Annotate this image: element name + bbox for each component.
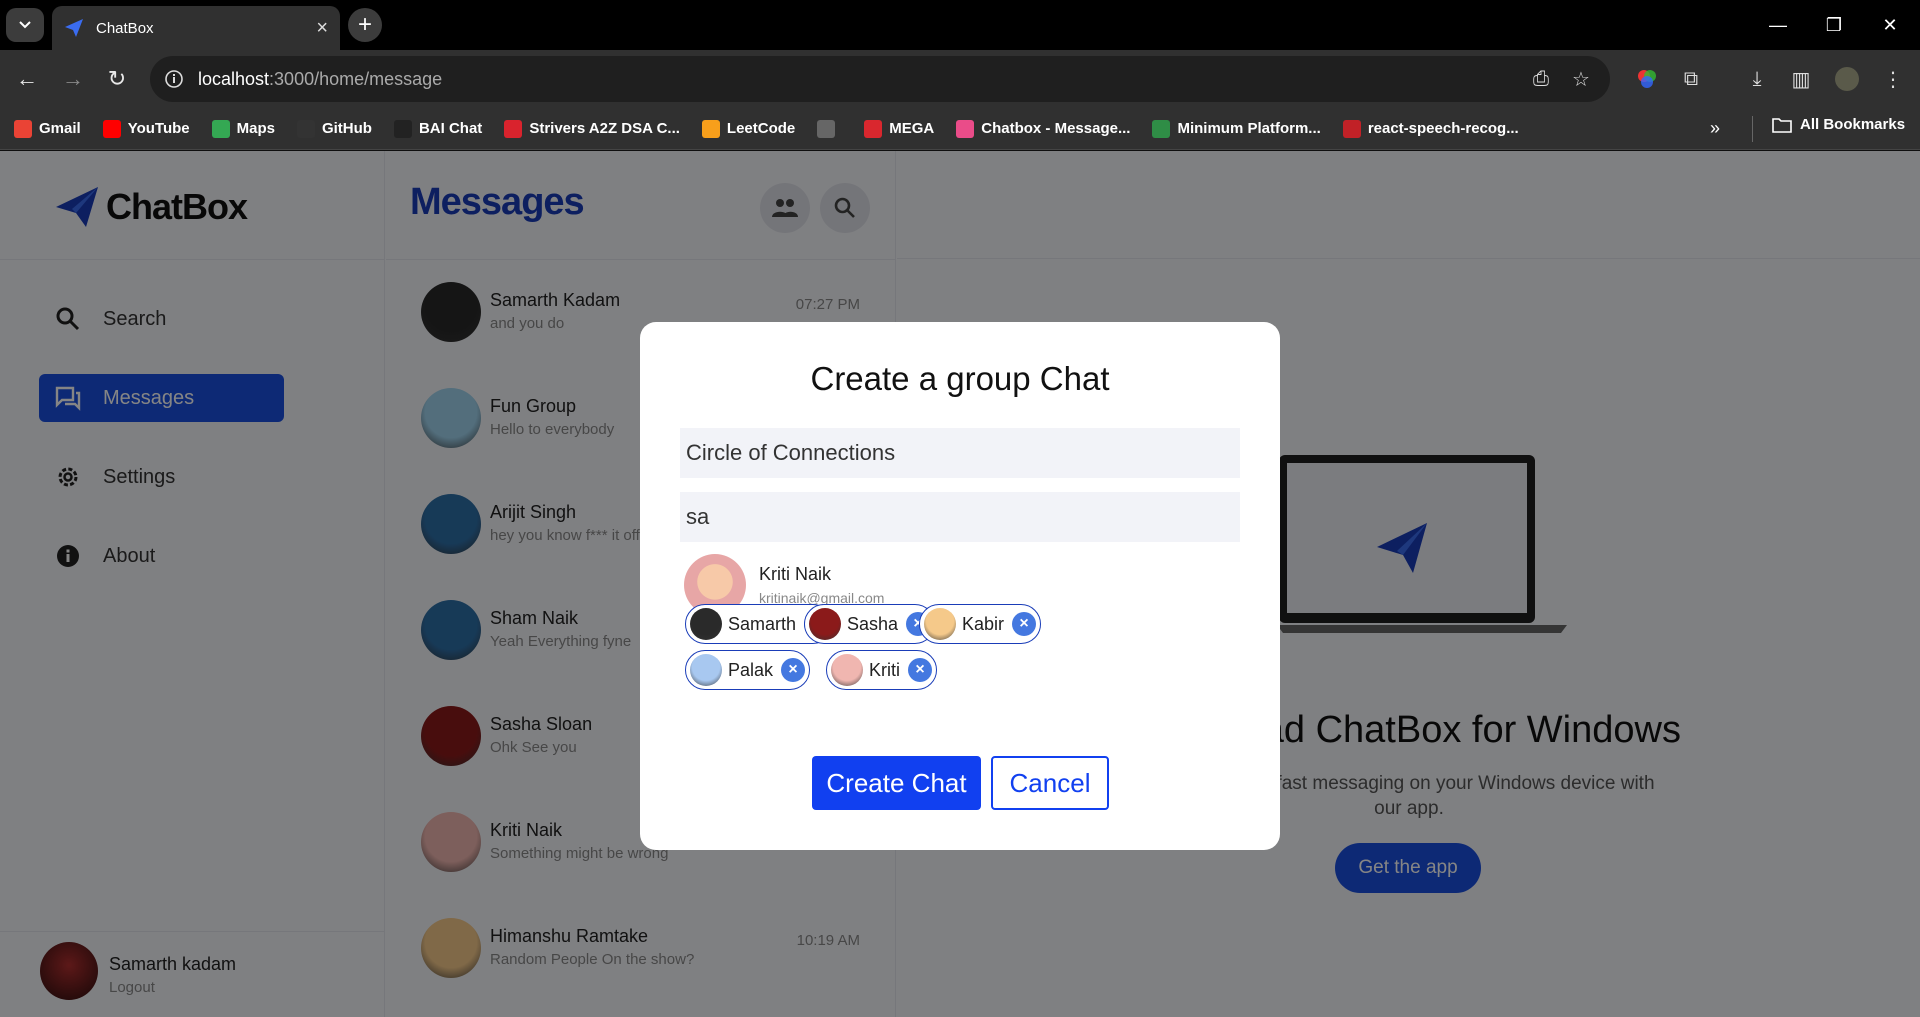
bookmark-item[interactable] [817,119,842,138]
bookmark-favicon-icon [864,119,883,138]
bookmark-item[interactable]: react-speech-recog... [1342,119,1519,138]
browser-tabstrip: ChatBox × + — ❐ ✕ [0,0,1920,50]
selected-user-chip: Kabir × [919,604,1042,644]
bookmark-label: Minimum Platform... [1177,120,1321,137]
suggestion-name: Kriti Naik [759,564,832,584]
restore-button[interactable]: ❐ [1806,0,1862,50]
bookmark-favicon-icon [504,119,523,138]
site-info-icon[interactable] [164,69,184,89]
bookmark-item[interactable]: Minimum Platform... [1152,119,1321,138]
close-tab-icon[interactable]: × [316,17,328,40]
bookmark-label: Gmail [39,120,81,137]
bookmark-item[interactable]: Chatbox - Message... [956,119,1131,138]
bookmark-label: Strivers A2Z DSA C... [529,120,680,137]
back-button[interactable]: ← [10,62,44,96]
bookmark-item[interactable]: Gmail [14,119,81,138]
bookmark-label: LeetCode [726,120,796,137]
bookmark-item[interactable]: GitHub [296,119,372,138]
color-extension-icon[interactable] [1630,62,1664,96]
bookmark-favicon-icon [393,119,412,138]
new-tab-button[interactable]: + [348,8,382,42]
remove-user-icon[interactable]: × [781,658,806,682]
add-users-search-input[interactable] [680,492,1240,542]
install-app-icon[interactable]: ⎙ [1524,62,1558,96]
chip-label: Kriti [869,659,900,680]
bookmark-favicon-icon [102,119,121,138]
bookmark-item[interactable]: YouTube [102,119,190,138]
side-panel-icon[interactable]: ▥ [1784,62,1818,96]
bookmarks-divider [1752,116,1753,142]
create-chat-button[interactable]: Create Chat [812,756,981,810]
bookmark-label: react-speech-recog... [1367,120,1519,137]
remove-user-icon[interactable]: × [1012,612,1037,636]
chip-label: Kabir [962,613,1005,634]
avatar [690,608,722,640]
avatar [924,608,956,640]
bookmark-item[interactable]: LeetCode [701,119,796,138]
bookmark-label: MEGA [889,120,935,137]
bookmark-item[interactable]: Maps [211,119,275,138]
bookmark-favicon-icon [817,119,836,138]
minimize-button[interactable]: — [1750,0,1806,50]
bookmark-favicon-icon [701,119,720,138]
create-group-modal: Create a group Chat Kriti Naik kritinaik… [640,322,1280,850]
bookmark-favicon-icon [956,119,975,138]
bookmark-item[interactable]: Strivers A2Z DSA C... [504,119,680,138]
close-window-button[interactable]: ✕ [1862,0,1918,50]
bookmarks-bar: Gmail YouTube Maps GitHub BAI Chat Strivers A… [0,108,1920,150]
bookmark-favicon-icon [296,119,315,138]
extensions-icon[interactable]: ⧉ [1674,62,1708,96]
avatar [809,608,841,640]
bookmark-label: GitHub [321,120,372,137]
chevron-down-icon [19,21,31,29]
bookmark-favicon-icon [1152,119,1171,138]
remove-user-icon[interactable]: × [908,658,932,682]
address-bar[interactable]: localhost:3000/home/message [150,56,1610,102]
selected-user-chip: Sasha× [804,604,936,644]
group-name-input[interactable] [680,428,1240,478]
selected-user-chip: Kriti × [826,650,937,690]
forward-button[interactable]: → [56,62,90,96]
all-bookmarks-button[interactable]: All Bookmarks [1772,116,1905,133]
bookmark-favicon-icon [211,119,230,138]
selected-user-chip: Palak × [685,650,811,690]
bookmark-favicon-icon [14,119,32,138]
paper-plane-icon [65,19,83,37]
bookmark-label: BAI Chat [418,120,483,137]
bookmark-label: Maps [236,120,275,137]
tab-title: ChatBox [96,19,154,37]
browser-menu-icon[interactable]: ⋮ [1876,62,1910,96]
chip-label: Samarth [728,613,797,634]
tab-search-button[interactable] [6,8,44,42]
avatar [690,654,722,686]
modal-title: Create a group Chat [810,360,1110,397]
bookmark-label: Chatbox - Message... [981,120,1131,137]
chip-label: Palak [728,659,774,680]
url-text: localhost:3000/home/message [198,68,443,89]
more-bookmarks-icon[interactable]: » [1710,118,1720,139]
browser-toolbar: ← → ↻ localhost:3000/home/message ⎙ ☆ ⧉ … [0,50,1920,108]
cancel-button[interactable]: Cancel [991,756,1109,810]
bookmark-favicon-icon [1342,119,1361,138]
profile-avatar[interactable] [1830,62,1864,96]
bookmark-label: YouTube [127,120,190,137]
bookmark-item[interactable]: BAI Chat [393,119,483,138]
folder-icon [1772,117,1792,133]
chip-label: Sasha [847,613,899,634]
avatar [831,654,863,686]
browser-tab-chatbox[interactable]: ChatBox × [52,6,340,50]
reload-button[interactable]: ↻ [100,62,134,96]
bookmark-star-icon[interactable]: ☆ [1564,62,1598,96]
downloads-icon[interactable]: ⤓ [1740,62,1774,96]
bookmark-item[interactable]: MEGA [864,119,935,138]
